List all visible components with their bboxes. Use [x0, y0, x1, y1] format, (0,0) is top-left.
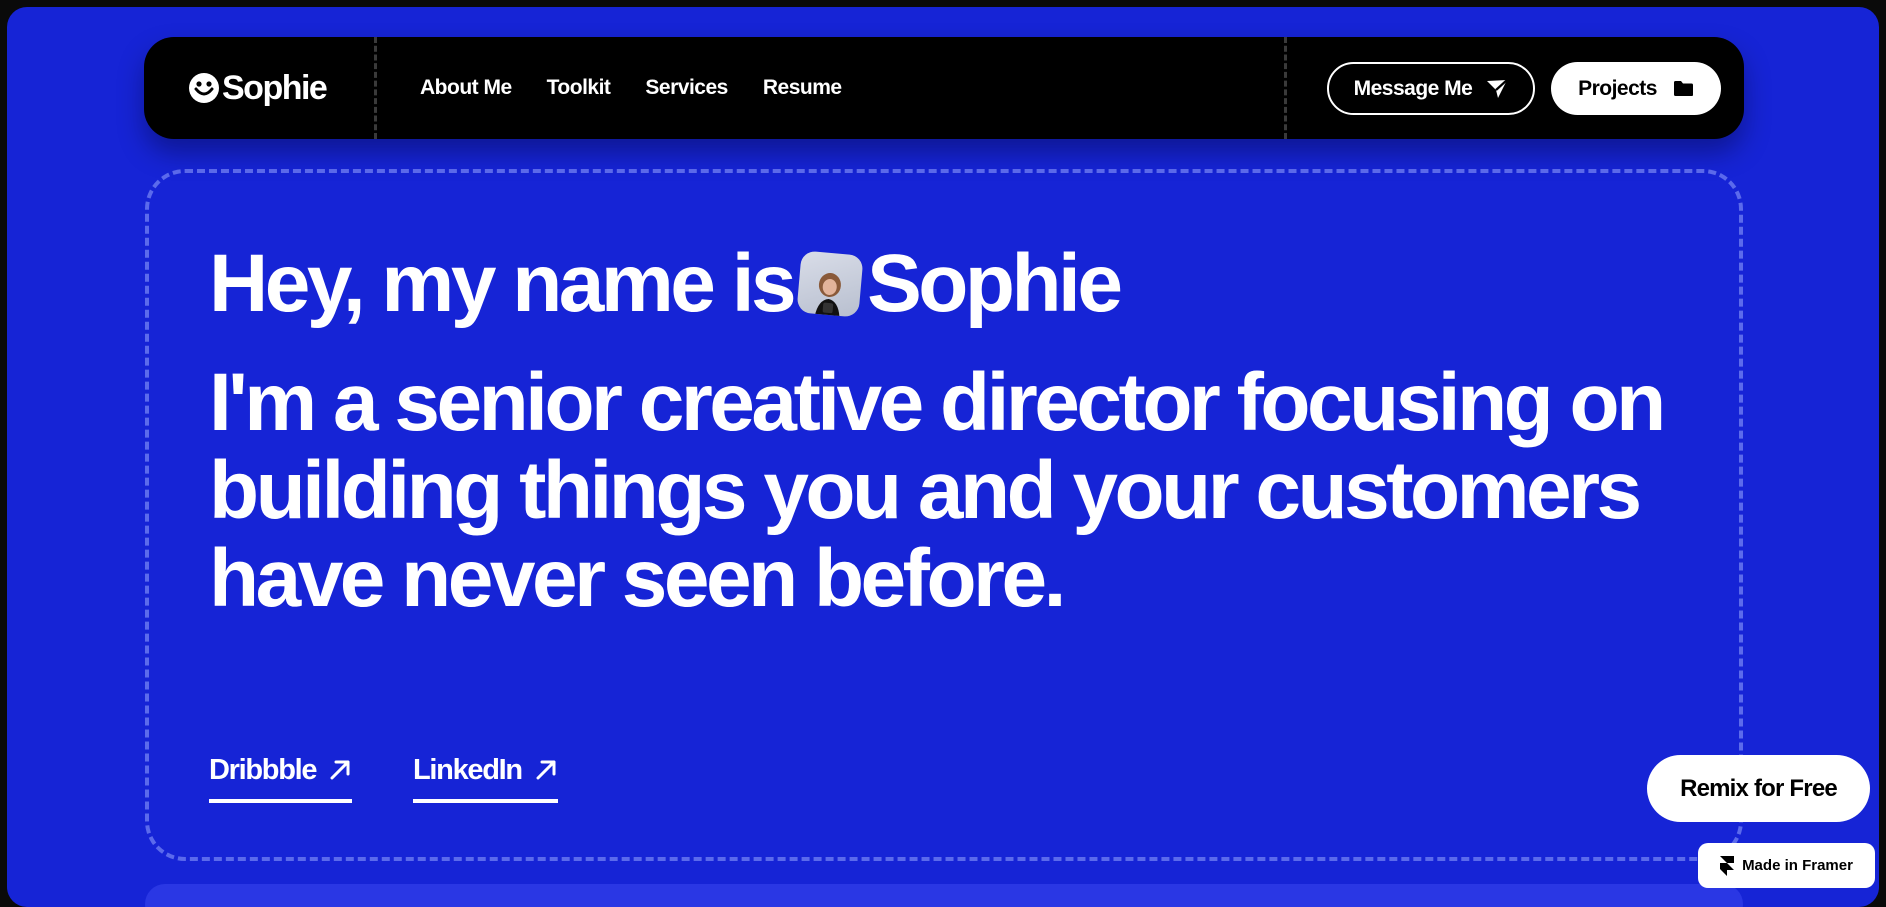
- smiley-face-icon: [189, 73, 219, 103]
- navbar: Sophie About Me Toolkit Services Resume …: [144, 37, 1744, 139]
- dribbble-label: Dribbble: [209, 753, 318, 786]
- next-section-card: [145, 884, 1743, 907]
- nav-link-services[interactable]: Services: [645, 76, 728, 100]
- made-in-framer-label: Made in Framer: [1742, 857, 1853, 874]
- linkedin-label: LinkedIn: [413, 753, 523, 786]
- projects-button[interactable]: Projects: [1551, 62, 1721, 115]
- nav-divider-left: [374, 37, 377, 139]
- message-me-button[interactable]: Message Me: [1327, 62, 1535, 115]
- hero-headline: I'm a senior creative director focusing …: [209, 357, 1666, 624]
- framer-logo-icon: [1720, 855, 1735, 876]
- folder-icon: [1673, 81, 1693, 96]
- send-plane-icon: [1487, 78, 1509, 98]
- logo[interactable]: Sophie: [188, 37, 328, 139]
- arrow-up-right-icon: [536, 760, 556, 780]
- nav-link-toolkit[interactable]: Toolkit: [547, 76, 611, 100]
- greeting: Hey, my name is Sophie: [209, 238, 1123, 329]
- logo-text: Sophie: [222, 68, 328, 107]
- message-me-label: Message Me: [1353, 76, 1473, 100]
- greeting-prefix: Hey, my name is: [209, 238, 797, 329]
- remix-button[interactable]: Remix for Free: [1647, 755, 1870, 822]
- greeting-name: Sophie: [867, 238, 1123, 329]
- portrait-image: [813, 273, 842, 318]
- arrow-up-right-icon: [330, 760, 350, 780]
- dribbble-link[interactable]: Dribbble: [209, 743, 353, 803]
- made-in-framer-badge[interactable]: Made in Framer: [1698, 843, 1875, 888]
- hero-card: Hey, my name is Sophie I'm a senior crea…: [145, 169, 1743, 861]
- page-frame: Sophie About Me Toolkit Services Resume …: [7, 7, 1879, 907]
- nav-divider-right: [1284, 37, 1287, 139]
- projects-label: Projects: [1578, 76, 1657, 100]
- avatar: [796, 250, 864, 318]
- nav-links: About Me Toolkit Services Resume: [420, 37, 842, 139]
- nav-link-resume[interactable]: Resume: [763, 76, 842, 100]
- linkedin-link[interactable]: LinkedIn: [413, 743, 558, 803]
- nav-link-about-me[interactable]: About Me: [420, 76, 512, 100]
